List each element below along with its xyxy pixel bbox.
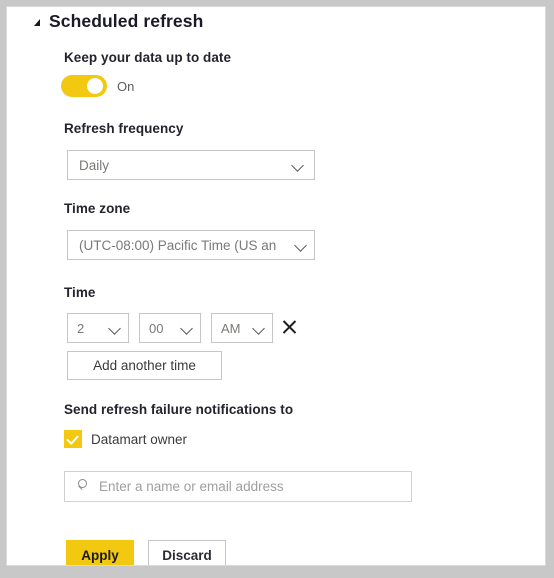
refresh-frequency-value: Daily [79,157,110,173]
time-meridiem-value: AM [221,320,241,336]
people-search-input[interactable] [99,479,411,494]
chevron-down-icon [109,322,121,334]
toggle-state-label: On [117,78,135,94]
datamart-owner-checkbox-row[interactable]: Datamart owner [64,430,187,448]
refresh-frequency-label: Refresh frequency [64,121,184,136]
apply-button[interactable]: Apply [66,540,134,565]
time-label: Time [64,285,96,300]
people-picker[interactable] [64,471,412,502]
chevron-down-icon [295,239,307,251]
keep-data-up-to-date-label: Keep your data up to date [64,50,232,65]
time-hour-select[interactable]: 2 [67,313,129,343]
scheduled-refresh-section-header[interactable]: Scheduled refresh [34,11,203,32]
page-title: Scheduled refresh [49,11,204,31]
time-meridiem-select[interactable]: AM [211,313,273,343]
keep-data-up-to-date-toggle-row[interactable]: On [61,75,134,97]
time-zone-label: Time zone [64,201,131,216]
time-minute-value: 00 [149,320,164,336]
caret-collapse-icon[interactable] [34,19,40,26]
send-refresh-failure-notifications-label: Send refresh failure notifications to [64,402,294,417]
chevron-down-icon [253,322,265,334]
chevron-down-icon [292,159,304,171]
toggle-knob [87,78,103,94]
scheduled-refresh-panel: Scheduled refresh Keep your data up to d… [6,6,546,566]
add-another-time-button[interactable]: Add another time [67,351,222,380]
chevron-down-icon [181,322,193,334]
close-x-icon[interactable] [279,316,301,338]
search-icon [76,479,91,494]
datamart-owner-checkbox-label: Datamart owner [91,431,188,447]
time-zone-select[interactable]: (UTC-08:00) Pacific Time (US an [67,230,315,260]
keep-data-up-to-date-toggle[interactable] [61,75,107,97]
time-minute-select[interactable]: 00 [139,313,201,343]
time-hour-value: 2 [77,320,85,336]
datamart-owner-checkbox[interactable] [64,430,82,448]
time-zone-value: (UTC-08:00) Pacific Time (US an [79,237,277,253]
discard-button[interactable]: Discard [148,540,226,565]
refresh-frequency-select[interactable]: Daily [67,150,315,180]
